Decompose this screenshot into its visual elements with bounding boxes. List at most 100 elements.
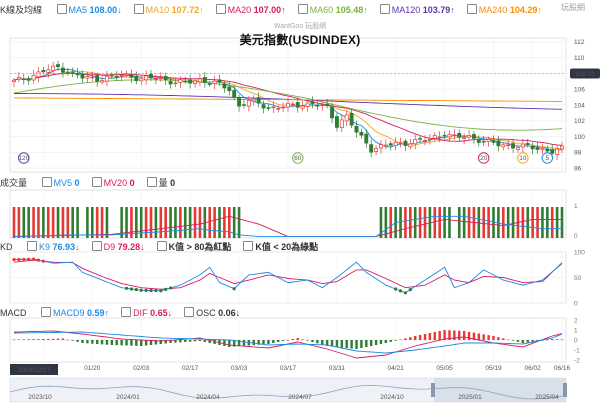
date-axis-tick: 01/20 xyxy=(84,365,101,372)
candle-down xyxy=(471,134,476,139)
macd-osc-bar xyxy=(365,340,368,347)
macd-legend-name-osc: OSC xyxy=(196,308,219,318)
candle-down xyxy=(232,90,237,98)
kd-legend-note-toggle-0[interactable] xyxy=(156,241,167,251)
candle-up xyxy=(339,119,344,128)
macd-osc-bar xyxy=(394,340,397,341)
price-legend-name-ma10: MA10 xyxy=(145,5,172,15)
volume-bar xyxy=(462,207,466,238)
kd-legend-note-1: K值 < 20為綠點 xyxy=(255,242,319,252)
kd-legend-toggle-d9[interactable] xyxy=(91,241,102,251)
volume-legend-toggle-量[interactable] xyxy=(146,177,157,187)
candle-up xyxy=(555,148,560,155)
candle-up xyxy=(379,144,383,149)
macd-osc-bar xyxy=(277,340,280,342)
macd-osc-bar xyxy=(51,338,55,340)
kd-green-dot xyxy=(144,288,148,292)
volume-bar xyxy=(482,207,486,238)
volume-bar xyxy=(218,207,221,238)
date-axis-tick: 04/21 xyxy=(388,365,405,372)
candle-up xyxy=(246,100,251,107)
macd-osc-bar xyxy=(350,340,353,349)
kd-legend-note-toggle-1[interactable] xyxy=(243,241,254,251)
kd-legend-label: KD xyxy=(0,242,13,252)
kd-green-dot xyxy=(139,288,143,292)
date-axis-tick: 03/03 xyxy=(231,365,248,372)
macd-osc-bar xyxy=(66,339,70,341)
candle-up xyxy=(432,135,437,139)
kd-green-dot xyxy=(159,289,163,293)
macd-osc-bar xyxy=(262,340,265,345)
macd-osc-bar xyxy=(414,336,417,340)
candle-up xyxy=(46,69,51,73)
kd-green-dot xyxy=(398,289,403,293)
candle-down xyxy=(222,83,227,89)
kd-axis-tick: 0 xyxy=(574,300,578,307)
volume-bar xyxy=(193,207,197,238)
volume-bar xyxy=(76,207,79,238)
volume-bar xyxy=(404,207,407,238)
candle-up xyxy=(462,137,467,140)
macd-legend-toggle-dif[interactable] xyxy=(121,307,132,317)
kd-axis-tick: 50 xyxy=(574,275,582,282)
price-legend-toggle-ma5[interactable] xyxy=(56,4,67,14)
macd-legend-toggle-osc[interactable] xyxy=(184,307,195,317)
kd-legend-toggle-k9[interactable] xyxy=(27,241,38,251)
volume-bar xyxy=(169,207,172,238)
volume-bar xyxy=(46,207,50,238)
macd-osc-bar xyxy=(433,332,436,340)
kd-legend-name-k9: K9 xyxy=(39,242,53,252)
candle-down xyxy=(354,125,359,133)
range-handle-left[interactable] xyxy=(431,383,435,397)
macd-legend-toggle-macd9[interactable] xyxy=(41,307,52,317)
macd-osc-bar xyxy=(306,340,309,341)
macd-legend-value-osc: 0.06↓ xyxy=(218,308,241,318)
chart-title: 美元指數(USDINDEX) xyxy=(239,33,361,47)
candle-down xyxy=(183,80,188,83)
candle-down xyxy=(403,140,408,146)
macd-osc-bar xyxy=(71,340,74,341)
macd-osc-bar xyxy=(179,340,182,343)
price-axis-tick: 102 xyxy=(574,118,585,125)
price-legend-toggle-ma60[interactable] xyxy=(297,4,308,14)
candle-up xyxy=(90,76,95,79)
price-legend-toggle-ma20[interactable] xyxy=(215,4,226,14)
macd-osc-bar xyxy=(462,331,466,340)
price-legend-toggle-ma120[interactable] xyxy=(379,4,390,14)
volume-bar xyxy=(56,207,60,238)
ma-marker-label: 10 xyxy=(519,155,527,162)
candle-down xyxy=(237,97,242,107)
volume-legend-toggle-mv20[interactable] xyxy=(91,177,102,187)
candle-up xyxy=(100,80,105,83)
kd-red-dot xyxy=(27,257,31,261)
price-legend-toggle-ma10[interactable] xyxy=(133,4,144,14)
volume-bar xyxy=(433,207,437,238)
macd-osc-bar xyxy=(37,339,40,340)
macd-axis-tick: 2 xyxy=(574,317,578,324)
macd-axis-tick: -1 xyxy=(574,347,580,354)
candle-up xyxy=(51,65,56,71)
candle-up xyxy=(383,144,388,147)
date-axis-tick: 02/03 xyxy=(133,365,150,372)
macd-osc-bar xyxy=(355,340,358,349)
volume-legend-toggle-mv5[interactable] xyxy=(41,177,52,187)
last-price-value: 108.00 xyxy=(575,71,595,78)
volume-bar xyxy=(179,207,182,238)
volume-bar xyxy=(501,207,505,238)
volume-bar xyxy=(149,207,153,238)
candle-down xyxy=(476,139,481,143)
price-legend-name-ma20: MA20 xyxy=(227,5,254,15)
macd-osc-bar xyxy=(281,340,285,341)
macd-osc-bar xyxy=(115,340,118,346)
macd-osc-bar xyxy=(506,339,510,341)
volume-bar xyxy=(86,207,89,238)
volume-bar xyxy=(37,207,40,238)
price-legend-toggle-ma240[interactable] xyxy=(466,4,477,14)
macd-osc-bar xyxy=(47,338,50,340)
candle-up xyxy=(119,75,124,77)
macd-osc-bar xyxy=(453,330,456,340)
range-handle-right[interactable] xyxy=(563,383,567,397)
kd-legend-value-k9: 76.93↓ xyxy=(52,242,80,252)
price-axis-tick: 110 xyxy=(574,55,585,62)
date-axis-tick: 06/16 xyxy=(554,365,571,372)
